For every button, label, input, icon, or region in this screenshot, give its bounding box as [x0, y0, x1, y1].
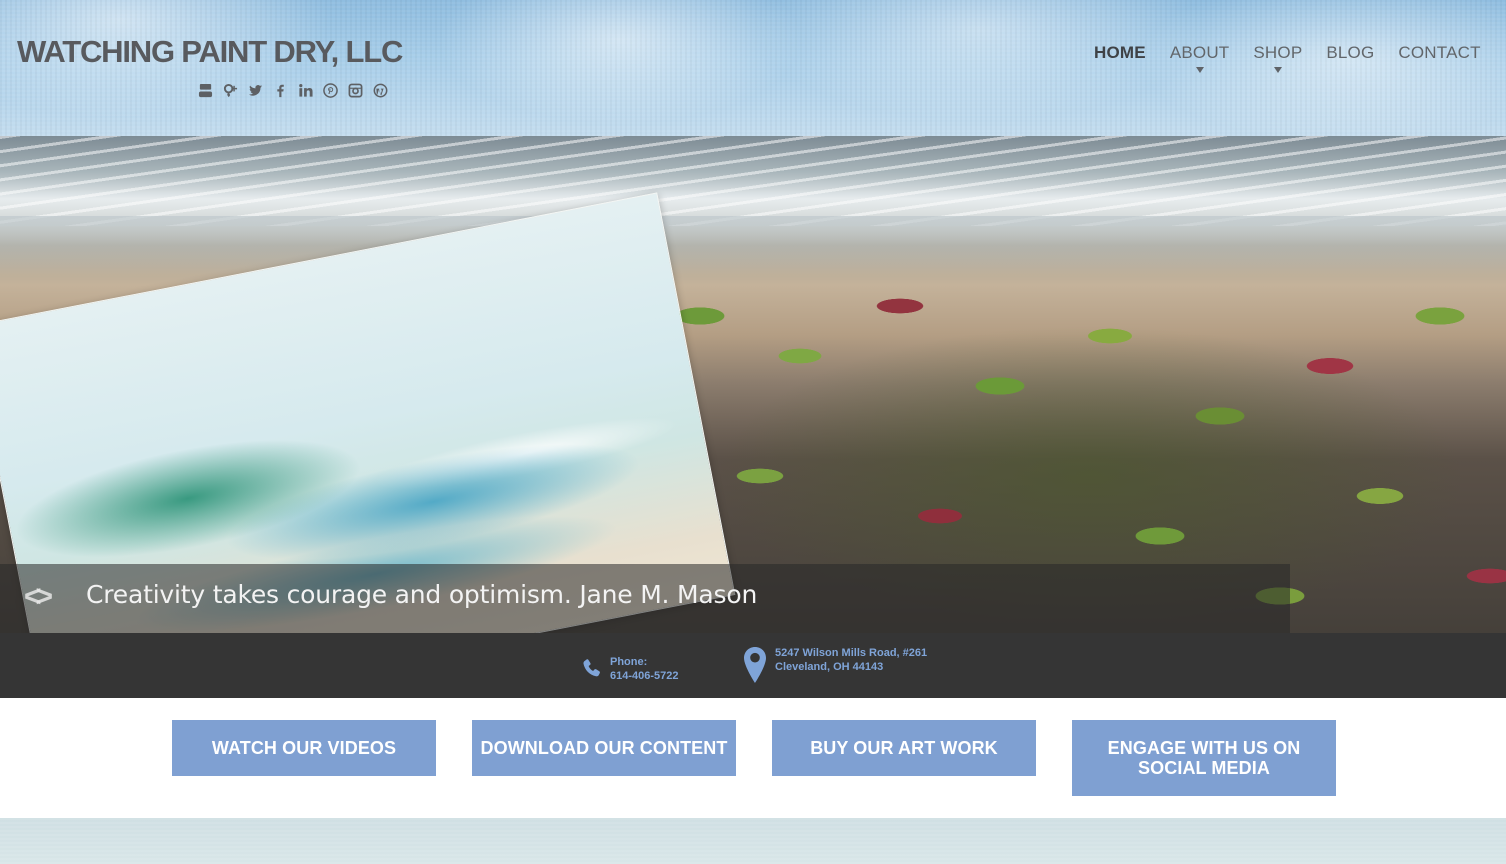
facebook-icon[interactable] [272, 82, 288, 98]
phone-label: Phone: [610, 656, 648, 668]
contact-phone[interactable]: Phone: 614-406-5722 [580, 655, 679, 683]
contact-bar: Phone: 614-406-5722 5247 Wilson Mills Ro… [0, 633, 1506, 698]
nav-item-home[interactable]: HOME [1082, 42, 1158, 82]
nav-item-blog[interactable]: BLOG [1314, 42, 1386, 82]
pinterest-icon[interactable] [322, 82, 338, 98]
nav-item-label: ABOUT [1169, 43, 1230, 62]
watch-videos-button[interactable]: WATCH OUR VIDEOS [172, 720, 436, 776]
site-header: WATCHING PAINT DRY, LLC HOME ABOUT SHOP … [0, 0, 1506, 136]
main-nav: HOME ABOUT SHOP BLOG CONTACT [1082, 42, 1493, 82]
buy-art-button[interactable]: BUY OUR ART WORK [772, 720, 1036, 776]
address-line2: Cleveland, OH 44143 [775, 661, 884, 673]
slide-caption: Creativity takes courage and optimism. J… [86, 580, 758, 609]
nav-item-about[interactable]: ABOUT [1158, 42, 1242, 82]
nav-item-shop[interactable]: SHOP [1241, 42, 1314, 82]
linkedin-icon[interactable] [297, 82, 313, 98]
nav-item-label: SHOP [1253, 43, 1303, 62]
slider-arrows-icon[interactable]: <> [24, 582, 68, 612]
phone-text: Phone: 614-406-5722 [610, 655, 679, 683]
google-plus-icon[interactable] [222, 82, 238, 98]
hero-sand-background [0, 216, 1506, 276]
phone-number: 614-406-5722 [610, 670, 679, 682]
twitter-icon[interactable] [247, 82, 263, 98]
nav-item-label: CONTACT [1398, 43, 1481, 62]
caret-down-icon [1273, 67, 1282, 73]
map-pin-icon [744, 647, 766, 683]
hero-ocean-background [0, 136, 1506, 226]
contact-address[interactable]: 5247 Wilson Mills Road, #261 Cleveland, … [742, 646, 927, 684]
phone-icon [583, 659, 600, 677]
download-content-button[interactable]: DOWNLOAD OUR CONTENT [472, 720, 736, 776]
nav-item-label: HOME [1094, 43, 1146, 62]
hero-slider: <> Creativity takes courage and optimism… [0, 136, 1506, 633]
social-links [197, 81, 388, 99]
bottom-texture-strip [0, 818, 1506, 864]
nav-item-label: BLOG [1326, 43, 1375, 62]
engage-social-button[interactable]: ENGAGE WITH US ON SOCIAL MEDIA [1072, 720, 1336, 796]
address-line1: 5247 Wilson Mills Road, #261 [775, 647, 928, 659]
nav-item-contact[interactable]: CONTACT [1386, 42, 1492, 82]
wordpress-icon[interactable] [372, 82, 388, 98]
address-text: 5247 Wilson Mills Road, #261 Cleveland, … [775, 646, 927, 674]
site-title[interactable]: WATCHING PAINT DRY, LLC [17, 34, 403, 70]
instagram-icon[interactable] [347, 82, 363, 98]
youtube-icon[interactable] [197, 82, 213, 98]
caret-down-icon [1195, 67, 1204, 73]
